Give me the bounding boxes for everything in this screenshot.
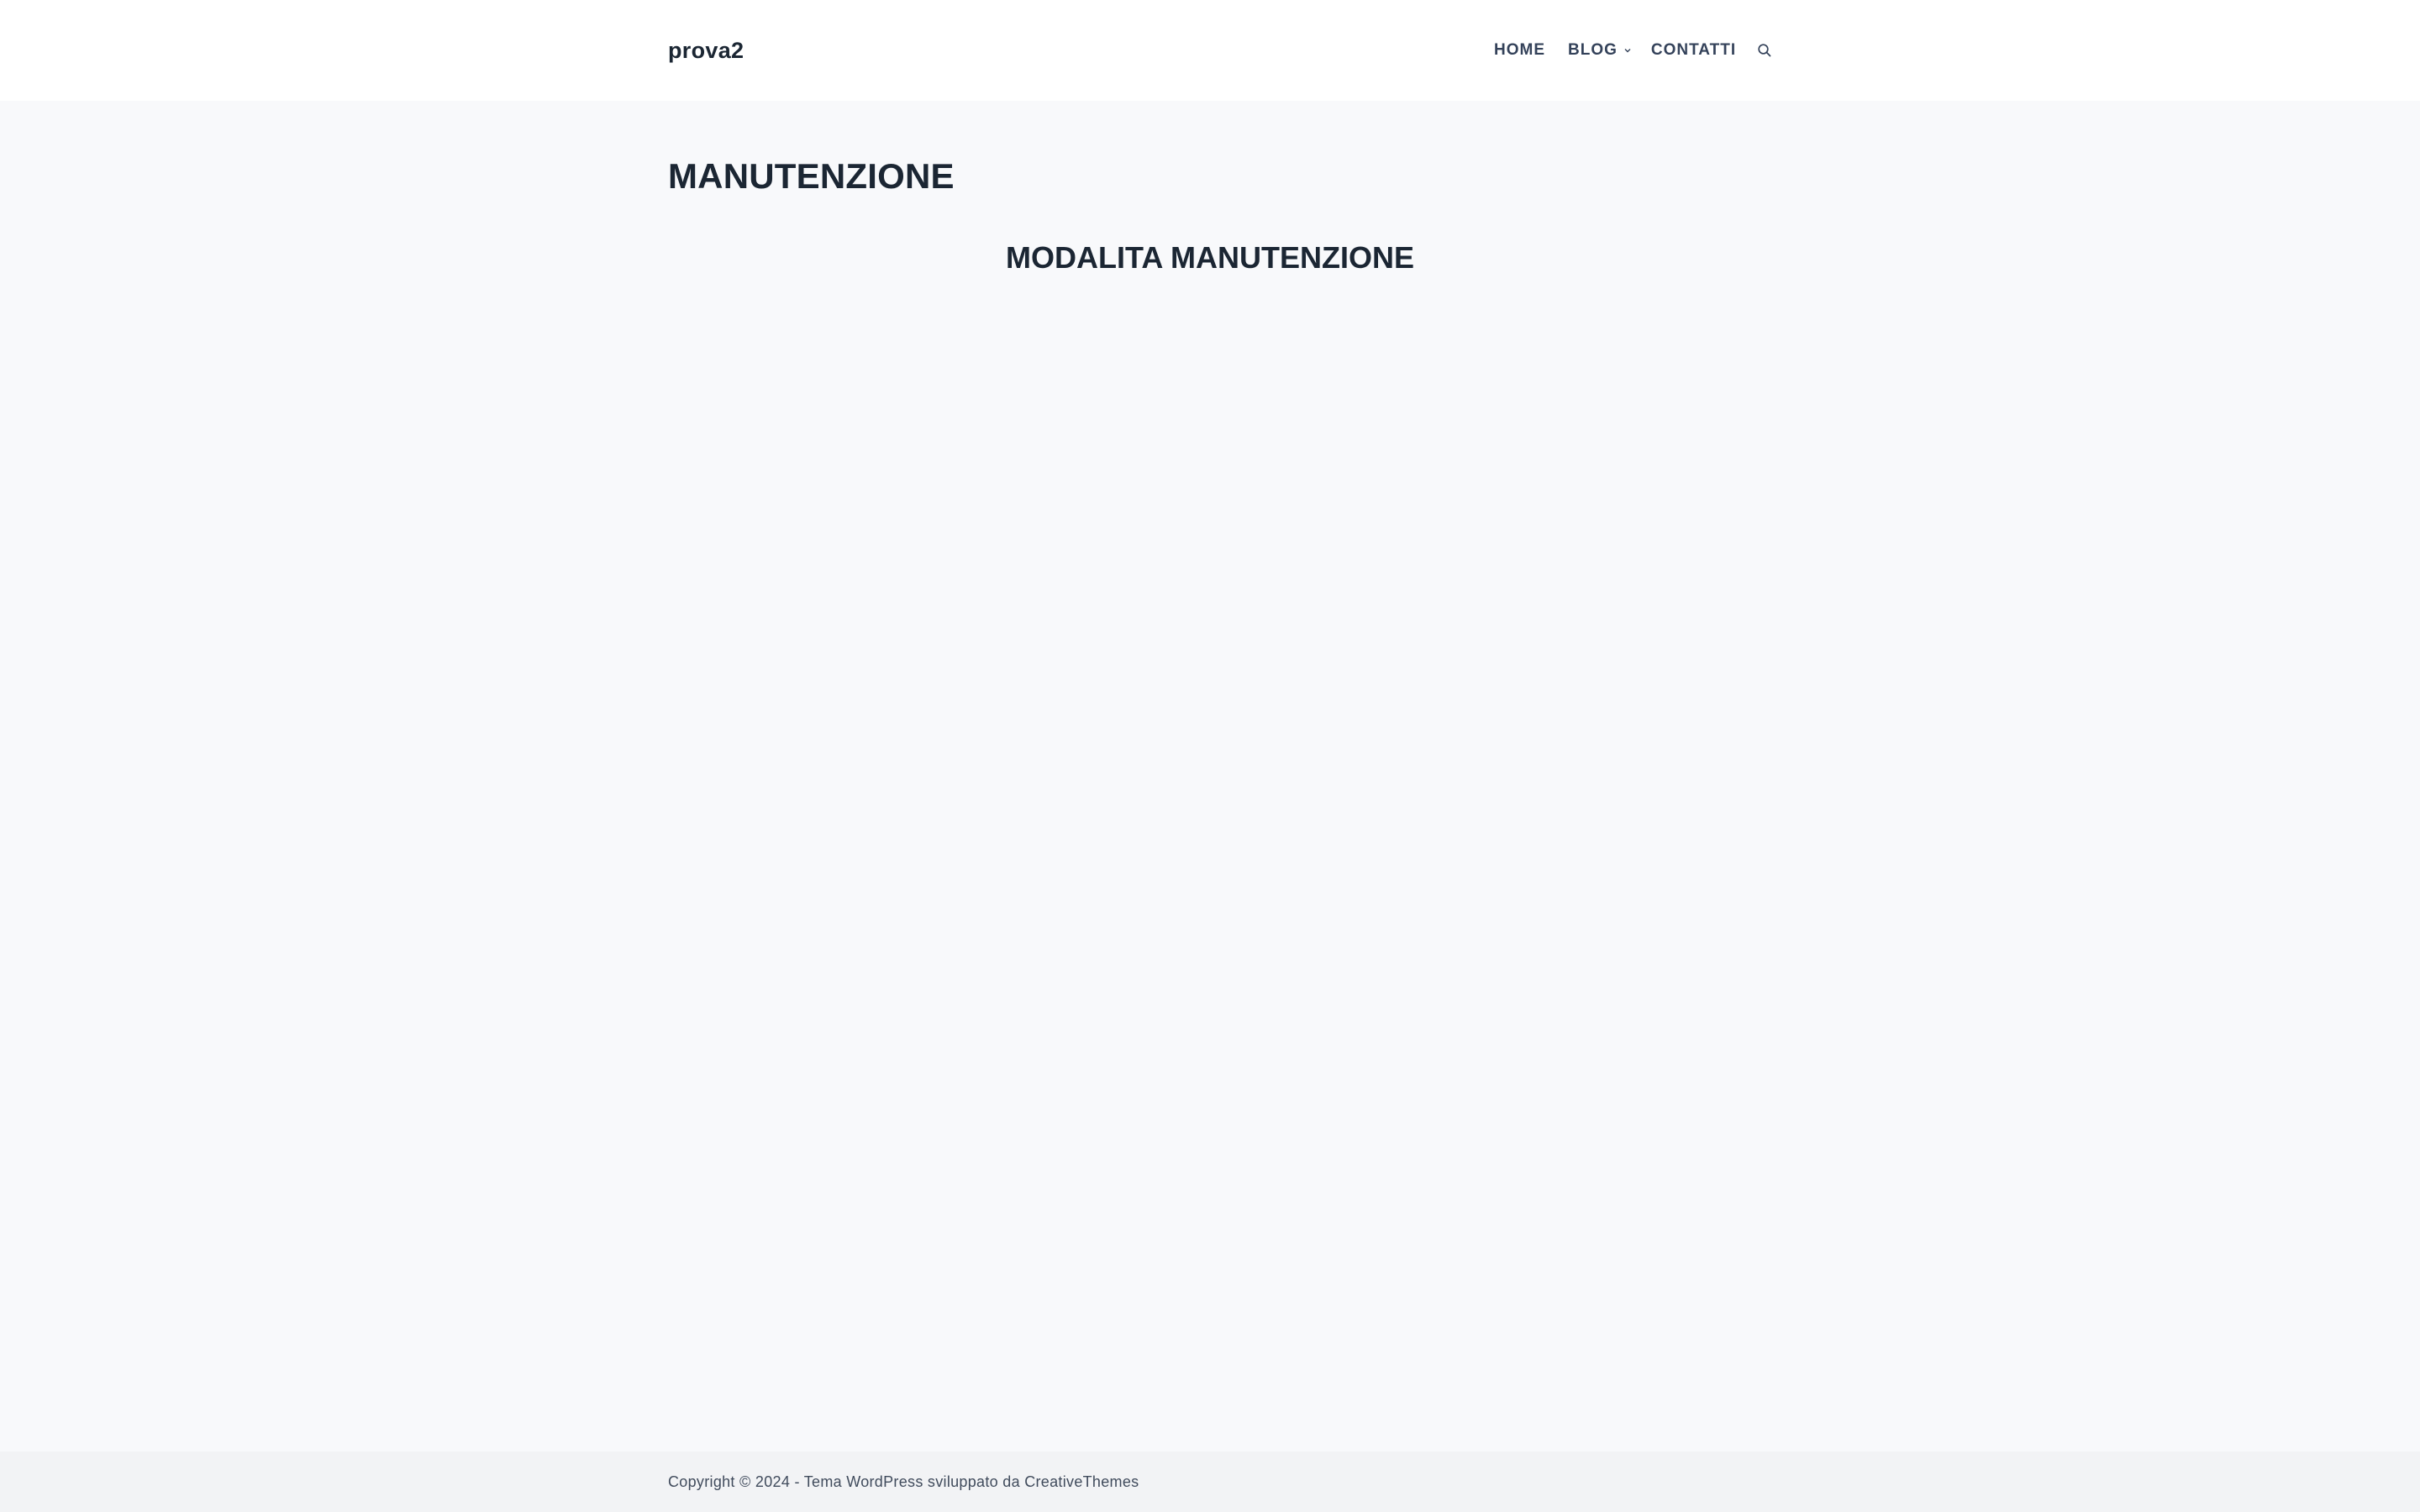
nav-item-home[interactable]: HOME	[1494, 41, 1545, 60]
nav-item-contatti-label: CONTATTI	[1650, 41, 1737, 59]
search-icon	[1758, 44, 1771, 57]
site-title[interactable]: prova2	[668, 34, 744, 67]
site-header: prova2 HOME BLOG CONTATTI	[0, 0, 2420, 101]
nav-item-blog-label: BLOG	[1568, 41, 1618, 59]
search-button[interactable]	[1754, 40, 1775, 60]
nav-item-home-label: HOME	[1494, 41, 1545, 59]
chevron-down-icon	[1624, 49, 1631, 53]
footer-author-link[interactable]: CreativeThemes	[1024, 1473, 1139, 1490]
main-nav: HOME BLOG CONTATTI	[1494, 34, 1775, 67]
nav-item-contatti[interactable]: CONTATTI	[1651, 41, 1736, 60]
footer-copyright: Copyright © 2024 - Tema WordPress svilup…	[668, 1472, 1139, 1492]
footer-copyright-text: Copyright © 2024 - Tema WordPress svilup…	[668, 1473, 1025, 1490]
nav-item-blog[interactable]: BLOG	[1568, 41, 1632, 60]
site-footer: Copyright © 2024 - Tema WordPress svilup…	[0, 1452, 2420, 1512]
maintenance-heading: MODALITA MANUTENZIONE	[1006, 240, 1414, 275]
page-title: MANUTENZIONE	[668, 156, 955, 196]
